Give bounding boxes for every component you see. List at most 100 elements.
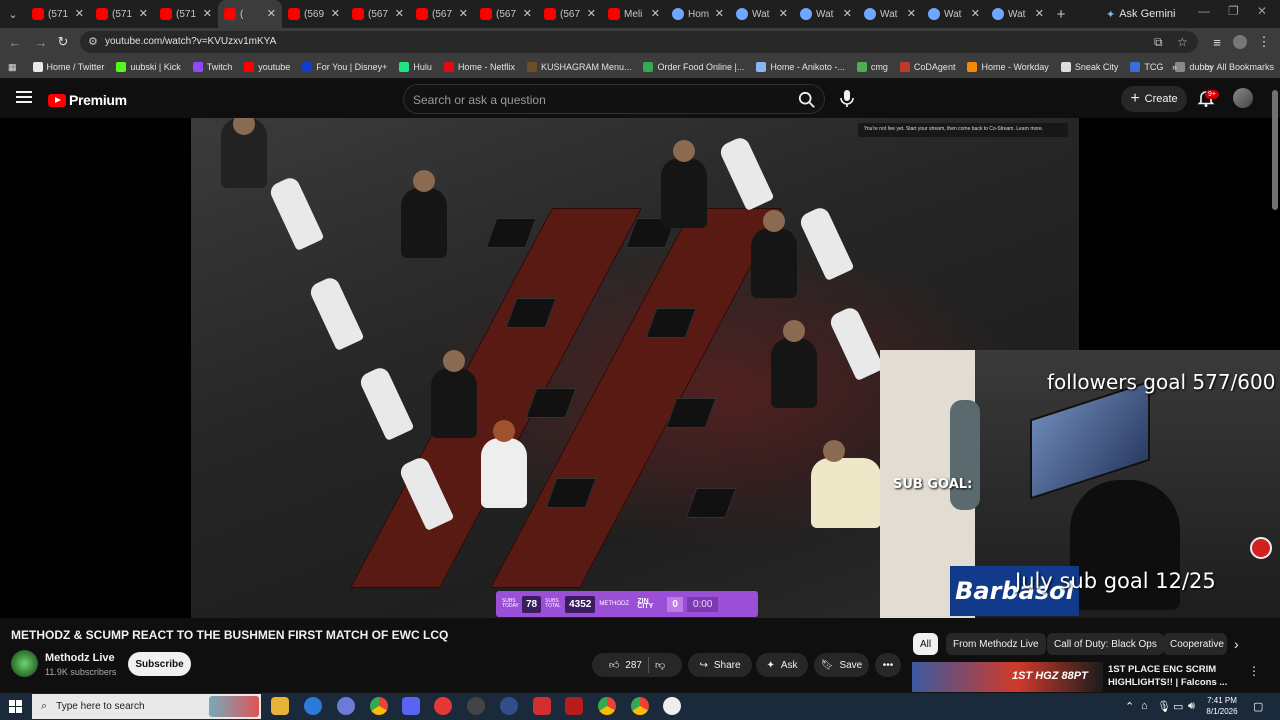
bookmark-item[interactable]: TCG <box>1130 62 1163 72</box>
browser-tab[interactable]: Wat ✕ <box>986 0 1050 28</box>
bookmark-item[interactable]: Home - Workday <box>967 62 1049 72</box>
tray-chevron-icon[interactable]: ⌃ <box>1125 700 1134 713</box>
close-tab-icon[interactable]: ✕ <box>459 7 468 20</box>
youtube-premium-logo[interactable]: Premium <box>48 92 127 108</box>
channel-name[interactable]: Methodz Live <box>45 652 115 664</box>
subscribe-button[interactable]: Subscribe <box>128 652 191 676</box>
bookmark-item[interactable]: Hulu <box>399 62 432 72</box>
bookmark-item[interactable]: Home / Twitter <box>32 62 104 72</box>
media-player-icon[interactable] <box>434 697 452 715</box>
create-button[interactable]: + Create <box>1121 86 1187 112</box>
close-tab-icon[interactable]: ✕ <box>203 7 212 20</box>
media-controls-icon[interactable]: ≡ <box>1208 33 1226 51</box>
volume-icon[interactable]: 🔊︎ <box>1188 700 1195 713</box>
back-button[interactable]: ← <box>6 33 24 51</box>
bookmark-item[interactable]: cmg <box>856 62 888 72</box>
close-tab-icon[interactable]: ✕ <box>523 7 532 20</box>
search-box[interactable] <box>403 84 825 114</box>
chrome-icon[interactable] <box>370 697 388 715</box>
browser-tab[interactable]: Wat ✕ <box>858 0 922 28</box>
browser-tab[interactable]: Wat ✕ <box>922 0 986 28</box>
close-tab-icon[interactable]: ✕ <box>779 7 788 20</box>
chrome-profile-2-icon[interactable] <box>631 697 649 715</box>
bookmark-item[interactable]: For You | Disney+ <box>302 62 387 72</box>
bookmark-item[interactable]: Home - Netflix <box>443 62 515 72</box>
close-tab-icon[interactable]: ✕ <box>1035 7 1044 20</box>
close-tab-icon[interactable]: ✕ <box>971 7 980 20</box>
browser-tab[interactable]: Wat ✕ <box>794 0 858 28</box>
red-app-icon[interactable] <box>533 697 551 715</box>
browser-tab[interactable]: (569 ✕ <box>282 0 346 28</box>
mic-tray-icon[interactable]: 🎙︎ <box>1157 700 1171 713</box>
channel-avatar[interactable] <box>11 650 38 677</box>
chip-all[interactable]: All <box>913 633 939 655</box>
taskbar-search[interactable]: ⌕ Type here to search <box>32 694 261 719</box>
tab-search-icon[interactable]: ⌄ <box>0 0 26 28</box>
windows-start-icon[interactable] <box>9 700 22 713</box>
profile-icon[interactable] <box>1231 33 1249 51</box>
recommended-title[interactable]: 1ST PLACE ENC SCRIM HIGHLIGHTS!! | Falco… <box>1108 663 1238 689</box>
close-tab-icon[interactable]: ✕ <box>395 7 404 20</box>
browser-tab[interactable]: (567 ✕ <box>474 0 538 28</box>
chip-call-of-duty[interactable]: Call of Duty: Black Ops <box>1047 633 1164 655</box>
all-bookmarks-folder[interactable]: ▭ All Bookmarks <box>1204 62 1274 73</box>
bookmark-item[interactable]: uubski | Kick <box>116 62 181 72</box>
browser-tab[interactable]: (✕ <box>218 0 282 28</box>
close-tab-icon[interactable]: ✕ <box>843 7 852 20</box>
bookmark-star-icon[interactable]: ☆ <box>1177 35 1188 49</box>
search-icon[interactable] <box>798 91 816 109</box>
bookmark-item[interactable]: Twitch <box>192 62 232 72</box>
omnibox[interactable]: ⚙ youtube.com/watch?v=KVUzxv1mKYA ⧉ ☆ <box>80 31 1198 53</box>
close-tab-icon[interactable]: ✕ <box>75 7 84 20</box>
browser-tab[interactable]: (571 ✕ <box>26 0 90 28</box>
url-text[interactable]: youtube.com/watch?v=KVUzxv1mKYA <box>105 36 276 47</box>
more-actions-button[interactable]: ••• <box>875 653 901 677</box>
browser-tab[interactable]: (571 ✕ <box>90 0 154 28</box>
display-icon[interactable]: ▭ <box>1173 700 1183 713</box>
menu-hamburger-icon[interactable] <box>16 91 32 103</box>
forward-button[interactable]: → <box>32 33 50 51</box>
adobe-icon[interactable] <box>565 697 583 715</box>
save-button[interactable]: 🔖︎ Save <box>814 653 869 677</box>
discord-icon[interactable] <box>402 697 420 715</box>
bookmarks-overflow-icon[interactable]: » <box>1172 62 1177 72</box>
system-clock[interactable]: 7:41 PM 8/1/2026 <box>1200 695 1244 717</box>
browser-tab[interactable]: Meli ✕ <box>602 0 666 28</box>
minimize-button[interactable]: — <box>1198 4 1210 24</box>
bookmark-item[interactable]: Home - Anikoto -... <box>756 62 845 72</box>
ask-button[interactable]: ✦ Ask <box>756 653 808 677</box>
edge-icon[interactable] <box>304 697 322 715</box>
close-tab-icon[interactable]: ✕ <box>651 7 660 20</box>
bookmark-item[interactable]: KUSHAGRAM Menu... <box>526 62 631 72</box>
notification-center-icon[interactable]: ▢ <box>1253 700 1263 713</box>
apps-grid-icon[interactable]: ▦ <box>8 62 17 73</box>
clock-app-icon[interactable] <box>663 697 681 715</box>
close-tab-icon[interactable]: ✕ <box>139 7 148 20</box>
close-tab-icon[interactable]: ✕ <box>331 7 340 20</box>
bookmark-item[interactable]: youtube <box>244 62 290 72</box>
browser-tab[interactable]: (567 ✕ <box>346 0 410 28</box>
install-app-icon[interactable]: ⧉ <box>1154 35 1163 50</box>
browser-tab[interactable]: Wat ✕ <box>730 0 794 28</box>
search-input[interactable] <box>413 91 783 109</box>
voice-search-button[interactable] <box>833 84 861 112</box>
site-info-icon[interactable]: ⚙ <box>88 35 98 48</box>
bookmark-item[interactable]: CoDAgent <box>899 62 955 72</box>
bookmark-item[interactable]: Sneak City <box>1060 62 1118 72</box>
bookmark-item[interactable]: Order Food Online |... <box>643 62 744 72</box>
browser-tab[interactable]: (571 ✕ <box>154 0 218 28</box>
browser-tab[interactable]: (567 ✕ <box>538 0 602 28</box>
like-button[interactable]: 👍︎ 287 <box>609 659 642 672</box>
new-tab-button[interactable]: + <box>1050 0 1072 28</box>
restore-button[interactable]: ❐ <box>1228 4 1239 24</box>
recommended-thumbnail[interactable]: 1ST HGZ 88PT <box>912 662 1103 692</box>
network-icon[interactable]: ⌂ <box>1141 700 1148 712</box>
chrome-profile-icon[interactable] <box>598 697 616 715</box>
browser-menu-icon[interactable]: ⋮ <box>1255 33 1273 51</box>
steam-icon[interactable] <box>500 697 518 715</box>
close-window-button[interactable]: ✕ <box>1257 4 1267 24</box>
browser-tab[interactable]: Hom ✕ <box>666 0 730 28</box>
browser-tab[interactable]: (567 ✕ <box>410 0 474 28</box>
close-tab-icon[interactable]: ✕ <box>907 7 916 20</box>
page-scrollbar[interactable] <box>1271 80 1279 680</box>
